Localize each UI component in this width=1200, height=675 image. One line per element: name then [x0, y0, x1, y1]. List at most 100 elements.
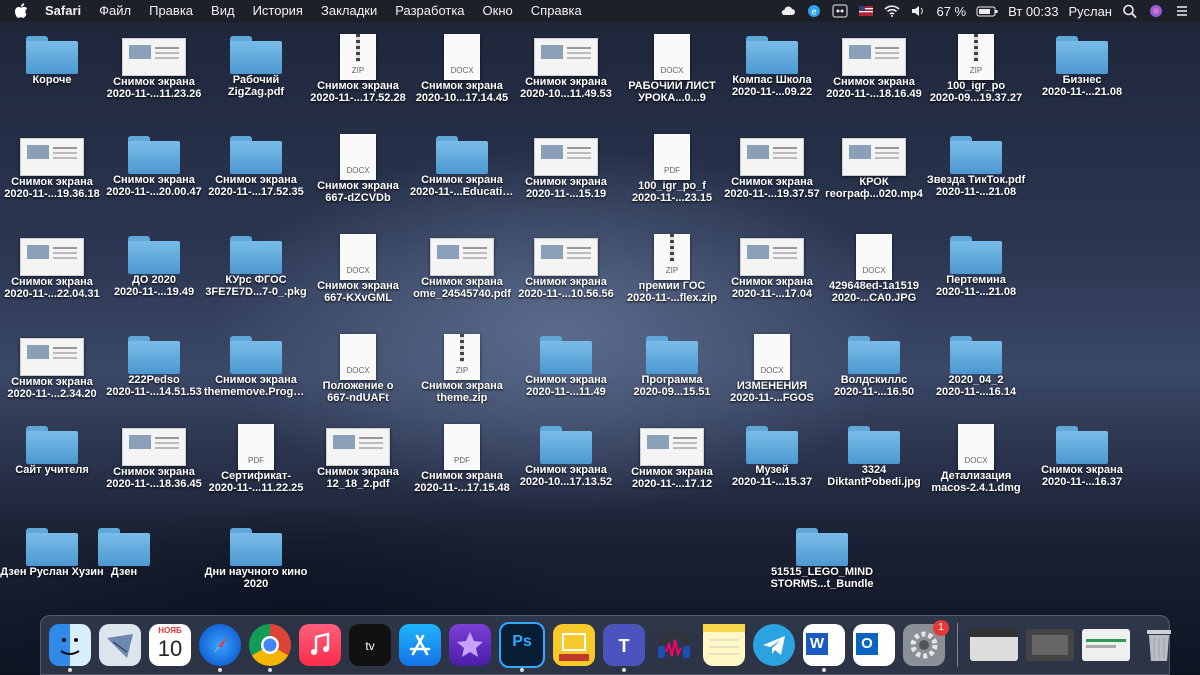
desktop-item-folder[interactable]: Компас Школа 2020-11-...09.22 [720, 34, 824, 98]
desktop-item-pdf[interactable]: PDF Сертификат- 2020-11-...11.22.25 [204, 424, 308, 494]
photoshop-icon[interactable]: Ps [499, 622, 545, 672]
desktop-item-folder[interactable]: Короче [0, 34, 104, 86]
desktop-item-zip[interactable]: ZIP Снимок экрана 2020-11-...17.52.28 [306, 34, 410, 104]
battery-icon[interactable] [976, 4, 998, 18]
outlook-icon[interactable]: O [853, 624, 895, 666]
desktop-item-shot[interactable]: Снимок экрана 12_18_2.pdf [306, 424, 410, 490]
menu-history[interactable]: История [244, 0, 312, 22]
menu-edit[interactable]: Правка [140, 0, 202, 22]
clock[interactable]: Вт 00:33 [1008, 4, 1058, 19]
spotlight-search-icon[interactable] [1122, 4, 1138, 18]
desktop-item-docx[interactable]: DOCX Снимок экрана 2020-10...17.14.45 [410, 34, 514, 104]
desktop-item-shot[interactable]: Снимок экрана 2020-11-...18.16.49 [822, 34, 926, 100]
word-icon[interactable]: W [803, 624, 845, 672]
desktop-item-folder[interactable]: 51515_LEGO_MIND STORMS...t_Bundle [770, 526, 874, 590]
desktop-item-shot[interactable]: Снимок экрана 2020-11-...19.37.57 [720, 134, 824, 200]
desktop-item-docx[interactable]: DOCX Положение о 667-ndUAFt [306, 334, 410, 404]
desktop-item-folder[interactable]: Снимок экрана 2020-11-...17.52.35 [204, 134, 308, 198]
appletv-icon[interactable]: tv [349, 624, 391, 666]
flag-icon[interactable] [858, 4, 874, 18]
desktop-item-docx[interactable]: DOCX Снимок экрана 667-KXvGML [306, 234, 410, 304]
desktop-item-folder[interactable]: Звезда ТикТок.pdf 2020-11-...21.08 [924, 134, 1028, 198]
minimized-window-3[interactable] [1082, 629, 1130, 661]
appstore-icon[interactable] [399, 624, 441, 666]
safari-icon[interactable] [199, 624, 241, 672]
music-icon[interactable] [299, 624, 341, 666]
skype-icon[interactable]: e [806, 4, 822, 18]
menu-app-name[interactable]: Safari [36, 0, 90, 22]
desktop-item-folder[interactable]: Снимок экрана 2020-10...17.13.52 [514, 424, 618, 488]
calendar-icon[interactable]: НОЯБ 10 [149, 624, 191, 666]
desktop-item-docx[interactable]: DOCX Детализация macos-2.4.1.dmg [924, 424, 1028, 494]
desktop-item-shot[interactable]: Снимок экрана 2020-11-...2.34.20 [0, 334, 104, 400]
desktop-item-folder[interactable]: Бизнес 2020-11-...21.08 [1030, 34, 1134, 98]
menu-window[interactable]: Окно [474, 0, 522, 22]
desktop-item-pdf[interactable]: PDF Снимок экрана 2020-11-...17.15.48 [410, 424, 514, 494]
desktop-item-folder[interactable]: Программа 2020-09...15.51 [620, 334, 724, 398]
menu-help[interactable]: Справка [522, 0, 591, 22]
menu-file[interactable]: Файл [90, 0, 140, 22]
desktop-item-folder[interactable]: Снимок экрана 2020-11-...11.49 [514, 334, 618, 398]
desktop-item-folder[interactable]: ДО 2020 2020-11-...19.49 [102, 234, 206, 298]
desktop-item-folder[interactable]: Снимок экрана 2020-11-...Education [410, 134, 514, 198]
desktop-item-folder[interactable]: Дзен [72, 526, 176, 578]
user-name[interactable]: Руслан [1068, 4, 1112, 19]
chrome-icon[interactable] [249, 624, 291, 672]
desktop-item-shot[interactable]: Снимок экрана ome_24545740.pdf [410, 234, 514, 300]
desktop-item-shot[interactable]: Снимок экрана 2020-11-...17.12 [620, 424, 724, 490]
cloud-icon[interactable] [780, 4, 796, 18]
imovie-icon[interactable] [449, 624, 491, 666]
audacity-icon[interactable] [653, 624, 695, 666]
telegram-icon[interactable] [753, 624, 795, 666]
wifi-icon[interactable] [884, 4, 901, 18]
trash-icon[interactable] [1138, 624, 1180, 666]
desktop-item-folder[interactable]: 3324 DiktantPobedi.jpg [822, 424, 926, 488]
desktop-item-folder[interactable]: Дни научного кино 2020 [204, 526, 308, 590]
desktop-item-shot[interactable]: Снимок экрана 2020-11-...15.19 [514, 134, 618, 200]
desktop-item-folder[interactable]: Снимок экрана 2020-11-...20.00.47 [102, 134, 206, 198]
desktop-item-folder[interactable]: Рабочий ZigZag.pdf [204, 34, 308, 98]
desktop-item-pdf[interactable]: PDF 100_igr_po_f 2020-11-...23.15 [620, 134, 724, 204]
finder-icon[interactable] [49, 624, 91, 672]
desktop-item-folder[interactable]: 222Pedso 2020-11-...14.51.53 [102, 334, 206, 398]
siri-icon[interactable] [1148, 4, 1164, 18]
notification-center-icon[interactable] [1174, 4, 1190, 18]
desktop-item-shot[interactable]: Снимок экрана 2020-11-...19.36.18 [0, 134, 104, 200]
desktop-item-zip[interactable]: ZIP 100_igr_po 2020-09...19.37.27 [924, 34, 1028, 104]
mail-icon[interactable] [99, 624, 141, 666]
desktop-item-docx[interactable]: DOCX Снимок экрана 667-dZCVDb [306, 134, 410, 204]
desktop-item-zip[interactable]: ZIP премии ГОС 2020-11-...flex.zip [620, 234, 724, 304]
battery-percent[interactable]: 67 % [936, 4, 966, 19]
menu-develop[interactable]: Разработка [386, 0, 473, 22]
apple-menu-icon[interactable] [14, 3, 28, 19]
desktop-item-shot[interactable]: КРОК географ...020.mp4 [822, 134, 926, 200]
desktop-item-shot[interactable]: Снимок экрана 2020-11-...22.04.31 [0, 234, 104, 300]
desktop-item-docx[interactable]: DOCX 429648ed-1a1519 2020-...CA0.JPG [822, 234, 926, 304]
desktop-item-folder[interactable]: Музей 2020-11-...15.37 [720, 424, 824, 488]
education-icon[interactable] [553, 624, 595, 666]
menu-view[interactable]: Вид [202, 0, 244, 22]
desktop-item-shot[interactable]: Снимок экрана 2020-10...11.49.53 [514, 34, 618, 100]
minimized-window-2[interactable] [1026, 629, 1074, 661]
preferences-icon[interactable]: 1 [903, 620, 949, 666]
notes-icon[interactable] [703, 624, 745, 666]
desktop-item-docx[interactable]: DOCX РАБОЧИЙ ЛИСТ УРОКА...0...9 [620, 34, 724, 104]
desktop-item-folder[interactable]: Пертемина 2020-11-...21.08 [924, 234, 1028, 298]
desktop-item-folder[interactable]: Снимок экрана thememove.ProgK... [204, 334, 308, 398]
desktop-item-folder[interactable]: Волдскиллс 2020-11-...16.50 [822, 334, 926, 398]
desktop-item-shot[interactable]: Снимок экрана 2020-11-...10.56.56 [514, 234, 618, 300]
grid-icon[interactable] [832, 4, 848, 18]
desktop-item-shot[interactable]: Снимок экрана 2020-11-...11.23.26 [102, 34, 206, 100]
desktop-item-shot[interactable]: Снимок экрана 2020-11-...18.36.45 [102, 424, 206, 490]
desktop-item-folder[interactable]: Сайт учителя [0, 424, 104, 476]
volume-icon[interactable] [910, 4, 926, 18]
desktop-item-shot[interactable]: Снимок экрана 2020-11-...17.04 [720, 234, 824, 300]
desktop-item-zip[interactable]: ZIP Снимок экрана theme.zip [410, 334, 514, 404]
teams-icon[interactable]: T [603, 624, 645, 672]
desktop-item-docx[interactable]: DOCX ИЗМЕНЕНИЯ 2020-11-...FGOS [720, 334, 824, 404]
desktop-item-folder[interactable]: Снимок экрана 2020-11-...16.37 [1030, 424, 1134, 488]
minimized-window-1[interactable] [970, 629, 1018, 661]
desktop-item-folder[interactable]: КУрс ФГОС 3FE7E7D...7-0_.pkg [204, 234, 308, 298]
desktop-item-folder[interactable]: 2020_04_2 2020-11-...16.14 [924, 334, 1028, 398]
menu-bookmarks[interactable]: Закладки [312, 0, 386, 22]
